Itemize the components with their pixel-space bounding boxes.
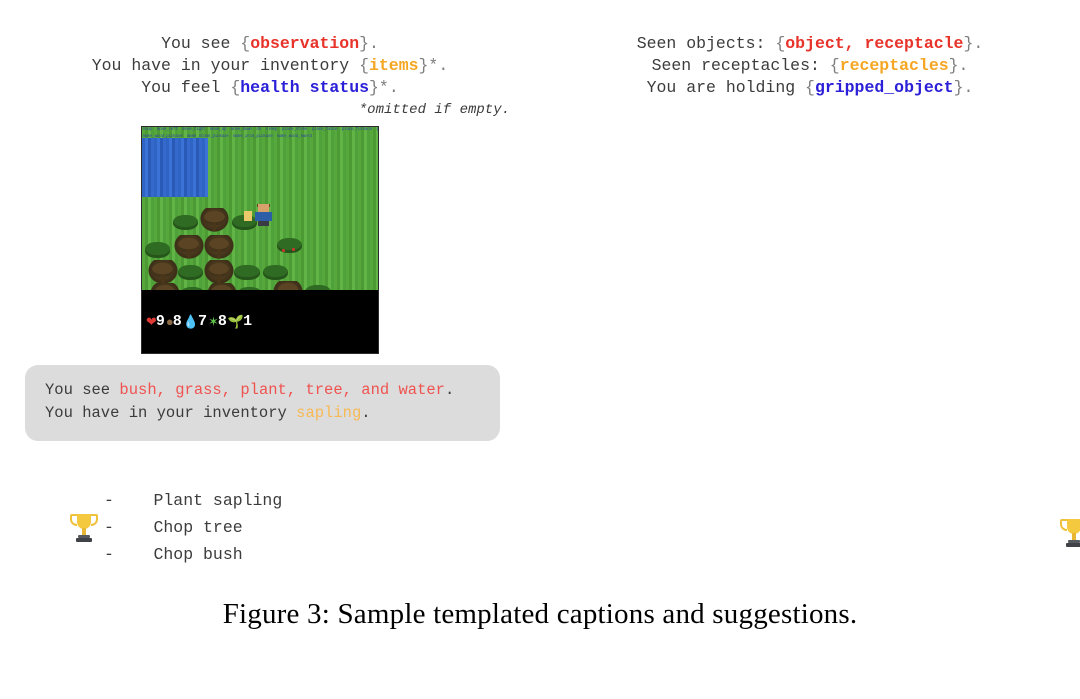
brace-open: { — [805, 78, 815, 97]
status-sapling: 🌱 1 — [228, 314, 252, 329]
tpl-l3-suffix: }*. — [369, 78, 399, 97]
omitted-footnote: *omitted if empty. — [358, 102, 510, 118]
tree-tile — [146, 260, 179, 286]
crafter-status-bar: ❤ 9 ● 8 💧 7 ✶ 8 🌱 1 — [142, 289, 378, 353]
player-avatar — [244, 203, 274, 227]
placeholder-receptacles: receptacles — [839, 56, 949, 75]
tpl-r3-suffix: }. — [953, 78, 974, 97]
tpl-l3-prefix: You feel — [141, 78, 231, 97]
caption-seg-end: . — [361, 404, 371, 422]
tree-tile — [203, 235, 236, 261]
sapling-icon: 🌱 — [227, 313, 245, 329]
placeholder-health-status: health status — [240, 78, 370, 97]
bush-tile — [170, 211, 202, 236]
left-template-header: You see {observation}. You have in your … — [0, 33, 540, 99]
suggestion-item[interactable]: - Chop bush — [104, 545, 243, 564]
status-food: ● 8 — [166, 314, 182, 329]
left-panel: You see {observation}. You have in your … — [0, 0, 540, 699]
tree-tile — [172, 235, 205, 261]
brace-open: { — [359, 56, 369, 75]
tpl-r1-suffix: }. — [963, 34, 984, 53]
water-terrain — [142, 138, 209, 198]
tpl-r3-prefix: You are holding — [646, 78, 806, 97]
suggestion-item[interactable]: - Chop tree — [104, 518, 243, 537]
bush-tile — [175, 260, 207, 285]
left-suggestion-list: - Plant sapling - Chop tree - Chop bush — [104, 487, 282, 568]
right-panel: Seen objects: {object, receptacle}. Seen… — [540, 0, 1080, 699]
held-item — [244, 210, 253, 221]
energy-value: 8 — [217, 312, 227, 330]
tpl-l2-suffix: }*. — [418, 56, 449, 75]
figure-caption: Figure 3: Sample templated captions and … — [222, 598, 858, 630]
placeholder-gripped-object: gripped_object — [814, 78, 954, 97]
trophy-icon — [64, 511, 104, 545]
brace-open: { — [829, 56, 840, 75]
caption-seg-prefix: You see — [45, 381, 120, 399]
placeholder-observation: observation — [250, 34, 360, 53]
tree-tile — [198, 208, 231, 234]
water-drop-icon: 💧 — [182, 313, 199, 329]
suggestion-item[interactable]: - Plant sapling — [104, 491, 282, 510]
brace-open: { — [240, 34, 251, 53]
player-legs — [257, 221, 270, 227]
tpl-r2-suffix: }. — [948, 56, 969, 75]
player-body — [255, 212, 272, 222]
water-value: 7 — [197, 312, 207, 330]
bush-tile — [232, 260, 264, 285]
tpl-r2-prefix: Seen receptacles: — [651, 56, 830, 75]
tpl-l1-suffix: }. — [359, 34, 379, 53]
placeholder-items: items — [369, 56, 419, 75]
brace-open: { — [230, 78, 241, 97]
left-caption-box: You see bush, grass, plant, tree, and wa… — [25, 365, 500, 441]
status-energy: ✶ 8 — [208, 314, 227, 329]
food-value: 8 — [172, 312, 182, 330]
tpl-l2-prefix: You have in your inventory — [91, 56, 360, 75]
brace-open: { — [775, 34, 786, 53]
left-suggestions: - Plant sapling - Chop tree - Chop bush — [64, 487, 282, 568]
caption-inventory-values: sapling — [296, 404, 362, 422]
crafter-render: noop move_left move_right move_up move_d… — [142, 127, 378, 353]
action-overlay-line2: make_wood_pickaxe make_stone_pickaxe mak… — [143, 135, 312, 139]
status-water: 💧 7 — [183, 314, 207, 329]
tpl-r1-prefix: Seen objects: — [636, 34, 776, 53]
tpl-l1-prefix: You see — [161, 34, 241, 53]
status-heart: ❤ 9 — [146, 314, 165, 329]
right-template-header: Seen objects: {object, receptacle}. Seen… — [540, 33, 1080, 99]
crafter-game-screenshot: noop move_left move_right move_up move_d… — [141, 126, 379, 354]
berry-dot — [282, 248, 286, 252]
player-head — [257, 204, 270, 213]
trophy-icon — [1054, 516, 1080, 550]
heart-value: 9 — [155, 312, 165, 330]
tree-tile — [203, 260, 236, 286]
right-suggestions: - Place cereal box in kitchen cabinet - … — [1054, 508, 1080, 558]
berry-dot — [291, 247, 295, 251]
sapling-value: 1 — [243, 312, 253, 330]
bush-tile — [142, 238, 174, 263]
berry-bush-tile — [274, 233, 306, 258]
action-overlay-line1: noop move_left move_right move_up move_d… — [143, 128, 379, 132]
placeholder-object-receptacle: object, receptacle — [785, 34, 964, 53]
caption-observation-values: bush, grass, plant, tree, and water — [119, 381, 445, 399]
